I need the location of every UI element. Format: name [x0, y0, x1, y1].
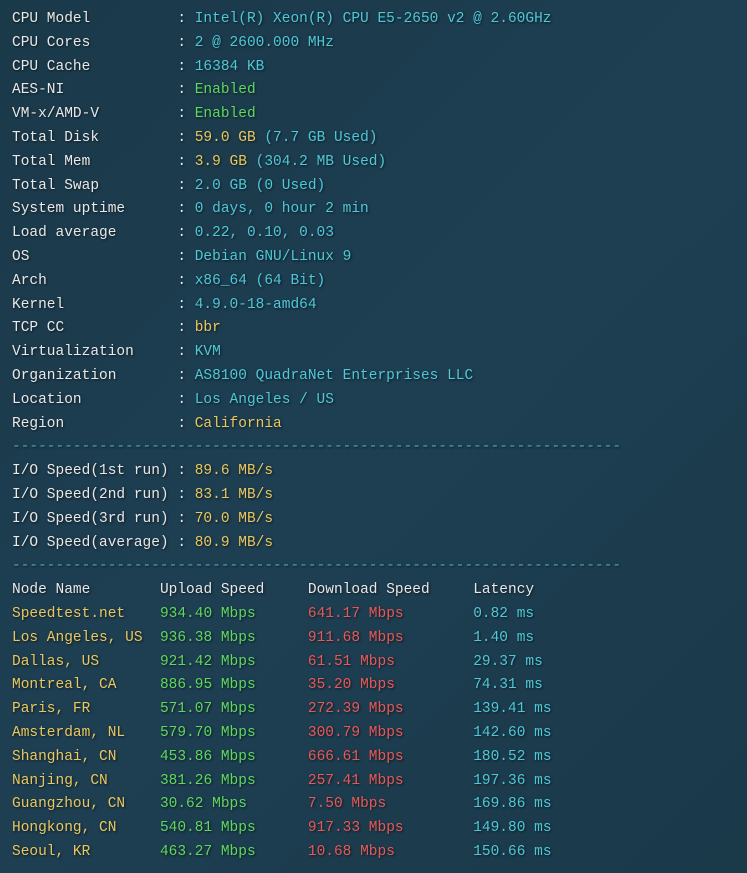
- download-speed: 10.68 Mbps: [308, 844, 473, 860]
- sys-label: Organization: [12, 368, 177, 384]
- upload-speed: 886.95 Mbps: [160, 677, 308, 693]
- upload-speed: 936.38 Mbps: [160, 630, 308, 646]
- io-value: 83.1 MB/s: [195, 487, 273, 503]
- col-down: Download Speed: [308, 582, 473, 598]
- node-name: Speedtest.net: [12, 606, 160, 622]
- latency: 1.40 ms: [473, 630, 534, 646]
- download-speed: 641.17 Mbps: [308, 606, 473, 622]
- load: 0.22, 0.10, 0.03: [195, 225, 334, 241]
- io-value: 89.6 MB/s: [195, 463, 273, 479]
- upload-speed: 579.70 Mbps: [160, 725, 308, 741]
- node-name: Shanghai, CN: [12, 749, 160, 765]
- divider: ----------------------------------------…: [12, 439, 621, 455]
- uptime: 0 days, 0 hour 2 min: [195, 201, 369, 217]
- location: Los Angeles / US: [195, 392, 334, 408]
- download-speed: 61.51 Mbps: [308, 654, 473, 670]
- io-label: I/O Speed(3rd run): [12, 511, 177, 527]
- latency: 197.36 ms: [473, 773, 551, 789]
- download-speed: 911.68 Mbps: [308, 630, 473, 646]
- col-up: Upload Speed: [160, 582, 308, 598]
- latency: 149.80 ms: [473, 820, 551, 836]
- upload-speed: 463.27 Mbps: [160, 844, 308, 860]
- virt: KVM: [195, 344, 221, 360]
- io-value: 80.9 MB/s: [195, 535, 273, 551]
- tcpcc: bbr: [195, 320, 221, 336]
- node-name: Amsterdam, NL: [12, 725, 160, 741]
- latency: 139.41 ms: [473, 701, 551, 717]
- upload-speed: 540.81 Mbps: [160, 820, 308, 836]
- latency: 29.37 ms: [473, 654, 543, 670]
- sys-label: TCP CC: [12, 320, 177, 336]
- region: California: [195, 416, 282, 432]
- upload-speed: 934.40 Mbps: [160, 606, 308, 622]
- aesni: Enabled: [195, 82, 256, 98]
- cpu-model: Intel(R) Xeon(R) CPU E5-2650 v2 @ 2.60GH…: [195, 11, 552, 27]
- download-speed: 35.20 Mbps: [308, 677, 473, 693]
- node-name: Nanjing, CN: [12, 773, 160, 789]
- download-speed: 300.79 Mbps: [308, 725, 473, 741]
- upload-speed: 921.42 Mbps: [160, 654, 308, 670]
- total-swap: 2.0 GB (0 Used): [195, 178, 326, 194]
- arch: x86_64 (64 Bit): [195, 273, 326, 289]
- terminal-output: CPU Model : Intel(R) Xeon(R) CPU E5-2650…: [12, 8, 735, 865]
- cpu-cache: 16384 KB: [195, 59, 265, 75]
- sys-label: Virtualization: [12, 344, 177, 360]
- latency: 150.66 ms: [473, 844, 551, 860]
- sys-label: Arch: [12, 273, 177, 289]
- io-label: I/O Speed(2nd run): [12, 487, 177, 503]
- latency: 169.86 ms: [473, 796, 551, 812]
- io-value: 70.0 MB/s: [195, 511, 273, 527]
- col-node: Node Name: [12, 582, 160, 598]
- node-name: Guangzhou, CN: [12, 796, 160, 812]
- vmx: Enabled: [195, 106, 256, 122]
- io-label: I/O Speed(1st run): [12, 463, 177, 479]
- latency: 0.82 ms: [473, 606, 534, 622]
- divider: ----------------------------------------…: [12, 558, 621, 574]
- latency: 74.31 ms: [473, 677, 543, 693]
- sys-label: Load average: [12, 225, 177, 241]
- upload-speed: 30.62 Mbps: [160, 796, 308, 812]
- sys-label: Location: [12, 392, 177, 408]
- sys-label: Total Disk: [12, 130, 177, 146]
- io-label: I/O Speed(average): [12, 535, 177, 551]
- total-disk: 59.0 GB: [195, 130, 256, 146]
- node-name: Montreal, CA: [12, 677, 160, 693]
- sys-label: Kernel: [12, 297, 177, 313]
- download-speed: 272.39 Mbps: [308, 701, 473, 717]
- node-name: Paris, FR: [12, 701, 160, 717]
- col-lat: Latency: [473, 582, 534, 598]
- sys-label: VM-x/AMD-V: [12, 106, 177, 122]
- node-name: Dallas, US: [12, 654, 160, 670]
- org: AS8100 QuadraNet Enterprises LLC: [195, 368, 473, 384]
- download-speed: 917.33 Mbps: [308, 820, 473, 836]
- node-name: Hongkong, CN: [12, 820, 160, 836]
- sys-label: Total Swap: [12, 178, 177, 194]
- sys-label: OS: [12, 249, 177, 265]
- download-speed: 7.50 Mbps: [308, 796, 473, 812]
- total-disk-used: (7.7 GB Used): [264, 130, 377, 146]
- total-mem-used: (304.2 MB Used): [256, 154, 387, 170]
- download-speed: 666.61 Mbps: [308, 749, 473, 765]
- upload-speed: 453.86 Mbps: [160, 749, 308, 765]
- sys-label: AES-NI: [12, 82, 177, 98]
- sys-label: CPU Cache: [12, 59, 177, 75]
- kernel: 4.9.0-18-amd64: [195, 297, 317, 313]
- upload-speed: 381.26 Mbps: [160, 773, 308, 789]
- sys-label: System uptime: [12, 201, 177, 217]
- total-mem: 3.9 GB: [195, 154, 247, 170]
- os: Debian GNU/Linux 9: [195, 249, 352, 265]
- latency: 180.52 ms: [473, 749, 551, 765]
- latency: 142.60 ms: [473, 725, 551, 741]
- upload-speed: 571.07 Mbps: [160, 701, 308, 717]
- sys-label: Total Mem: [12, 154, 177, 170]
- sys-label: CPU Cores: [12, 35, 177, 51]
- cpu-cores: 2 @ 2600.000 MHz: [195, 35, 334, 51]
- sys-label: CPU Model: [12, 11, 177, 27]
- sys-label: Region: [12, 416, 177, 432]
- node-name: Los Angeles, US: [12, 630, 160, 646]
- node-name: Seoul, KR: [12, 844, 160, 860]
- download-speed: 257.41 Mbps: [308, 773, 473, 789]
